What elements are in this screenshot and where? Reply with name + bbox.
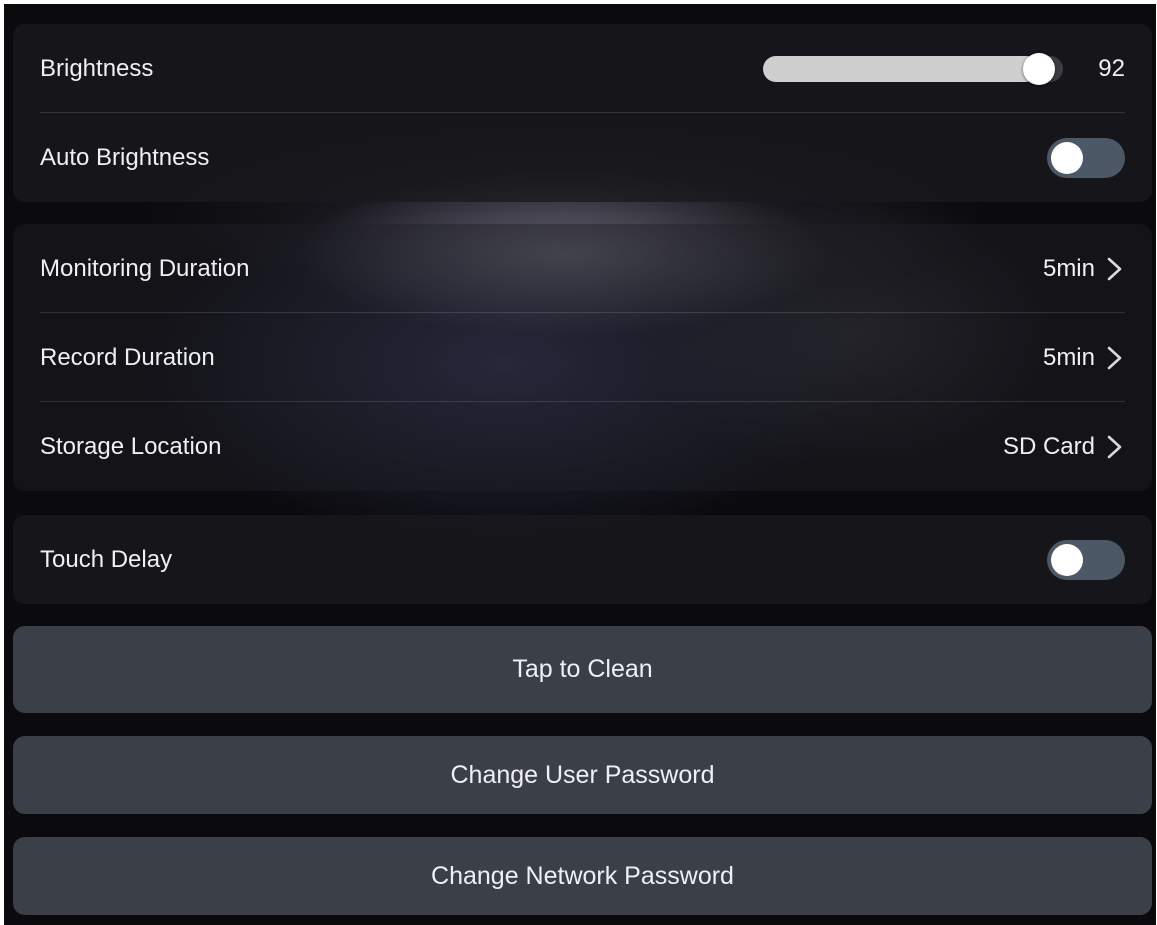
monitoring-duration-label: Monitoring Duration bbox=[40, 254, 250, 282]
change-network-password-button[interactable]: Change Network Password bbox=[13, 837, 1152, 915]
record-duration-row[interactable]: Record Duration 5min bbox=[13, 313, 1152, 402]
auto-brightness-toggle-knob bbox=[1051, 141, 1083, 174]
brightness-slider-thumb[interactable] bbox=[1023, 52, 1055, 85]
record-duration-value: 5min bbox=[1042, 343, 1095, 371]
auto-brightness-label: Auto Brightness bbox=[40, 143, 210, 171]
display-settings-card: Brightness 92 Auto Brightness bbox=[13, 24, 1152, 202]
brightness-row: Brightness 92 bbox=[13, 24, 1152, 113]
touch-delay-row: Touch Delay bbox=[13, 515, 1152, 604]
touch-settings-card: Touch Delay bbox=[13, 515, 1152, 604]
storage-location-row[interactable]: Storage Location SD Card bbox=[13, 402, 1152, 491]
chevron-right-icon bbox=[1107, 257, 1122, 280]
touch-delay-label: Touch Delay bbox=[40, 545, 173, 573]
monitoring-duration-row[interactable]: Monitoring Duration 5min bbox=[13, 224, 1152, 313]
record-duration-label: Record Duration bbox=[40, 343, 215, 371]
chevron-right-icon bbox=[1107, 435, 1122, 458]
settings-screen: Brightness 92 Auto Brightness Monitoring… bbox=[4, 4, 1156, 925]
auto-brightness-row: Auto Brightness bbox=[13, 113, 1152, 202]
chevron-right-icon bbox=[1107, 346, 1122, 369]
brightness-value: 92 bbox=[1098, 54, 1125, 82]
storage-location-label: Storage Location bbox=[40, 432, 222, 460]
tap-to-clean-button[interactable]: Tap to Clean bbox=[13, 626, 1152, 713]
change-user-password-button[interactable]: Change User Password bbox=[13, 736, 1152, 814]
brightness-slider-fill bbox=[763, 55, 1039, 82]
brightness-label: Brightness bbox=[40, 54, 154, 82]
touch-delay-toggle-knob bbox=[1051, 543, 1083, 576]
touch-delay-toggle[interactable] bbox=[1047, 539, 1125, 580]
auto-brightness-toggle[interactable] bbox=[1047, 137, 1125, 178]
monitoring-duration-value: 5min bbox=[1042, 254, 1095, 282]
recording-settings-card: Monitoring Duration 5min Record Duration… bbox=[13, 224, 1152, 491]
brightness-slider[interactable] bbox=[763, 52, 1063, 85]
storage-location-value: SD Card bbox=[1002, 432, 1095, 460]
